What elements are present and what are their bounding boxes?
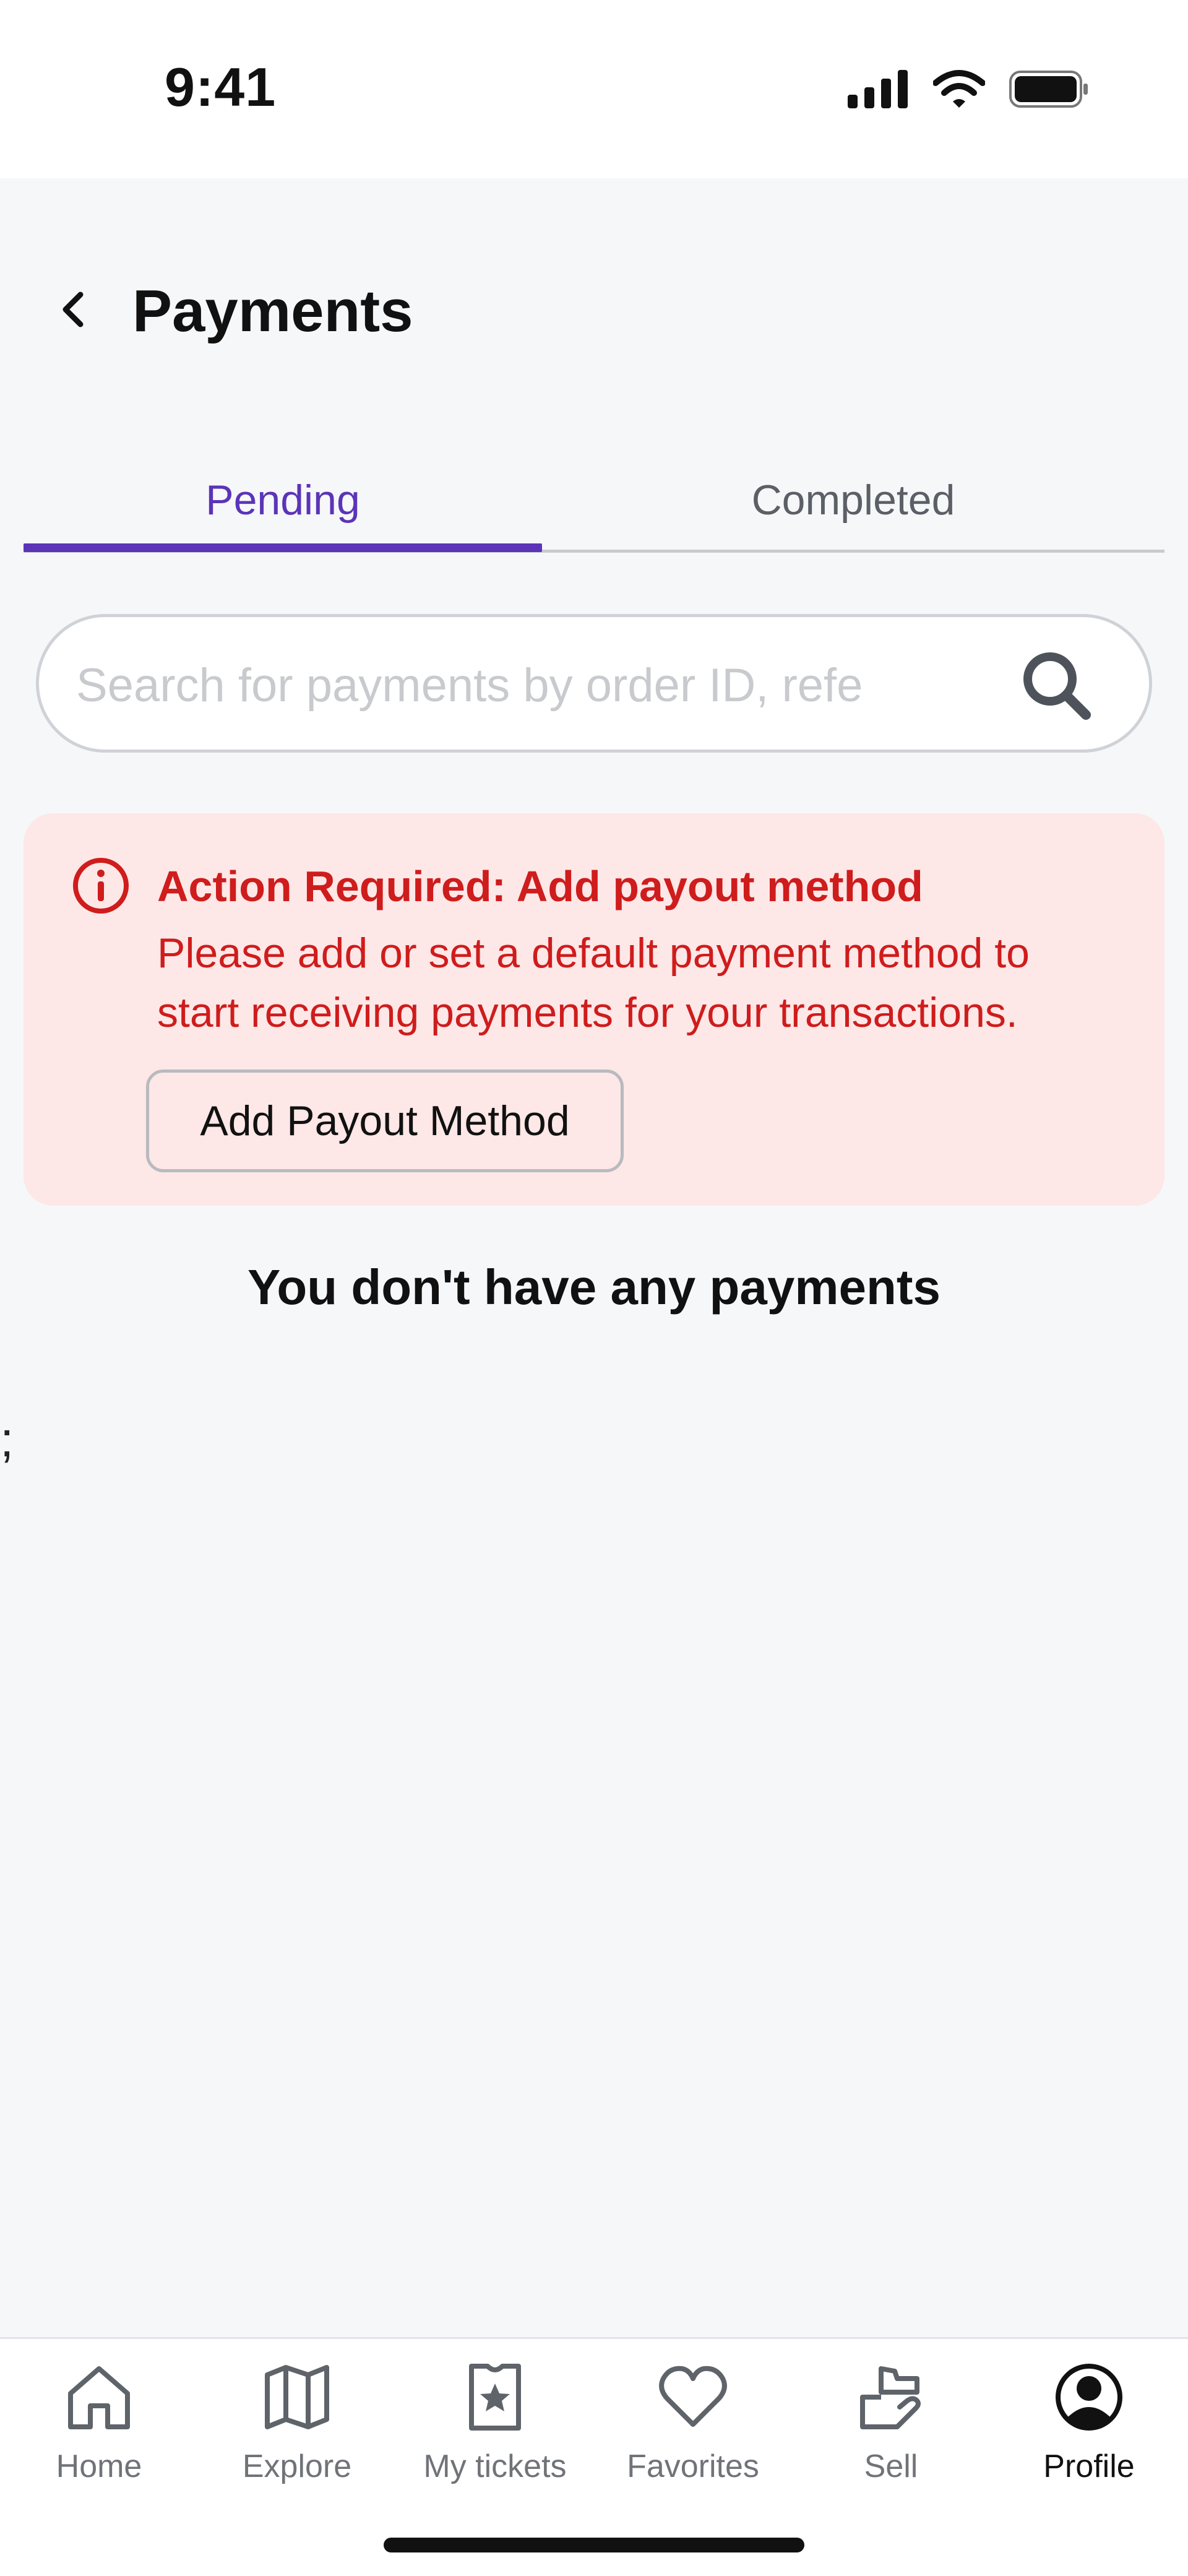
status-time: 9:41 (165, 56, 277, 118)
info-icon (73, 858, 129, 914)
nav-item-my-tickets[interactable]: My tickets (396, 2339, 594, 2494)
nav-item-home[interactable]: Home (0, 2339, 198, 2494)
nav-label-sell: Sell (864, 2448, 918, 2484)
battery-icon (1009, 71, 1088, 108)
home-indicator (384, 2538, 804, 2552)
tab-bar: Pending Completed (24, 451, 1164, 555)
back-button[interactable] (48, 285, 98, 334)
stray-text: ; (0, 1412, 14, 1467)
map-icon (265, 2365, 329, 2429)
nav-label-favorites: Favorites (627, 2448, 759, 2484)
sell-icon (860, 2366, 921, 2429)
status-bar: 9:41 (0, 0, 1188, 178)
cellular-signal-icon (848, 70, 908, 108)
page-title: Payments (132, 278, 413, 344)
nav-label-home: Home (56, 2448, 142, 2484)
page-header: Payments (0, 266, 1188, 353)
ticket-icon (469, 2364, 521, 2431)
chevron-left-icon (62, 292, 84, 327)
wifi-icon (933, 70, 985, 108)
add-payout-method-button[interactable]: Add Payout Method (146, 1070, 624, 1172)
alert-message: Please add or set a default payment meth… (157, 930, 1030, 1036)
nav-item-sell[interactable]: Sell (792, 2339, 990, 2494)
heart-icon (659, 2366, 727, 2427)
tab-completed[interactable]: Completed (542, 451, 1164, 550)
nav-label-profile: Profile (1043, 2448, 1135, 2484)
search-icon[interactable] (1019, 648, 1093, 722)
home-icon (68, 2366, 130, 2429)
alert-title: Action Required: Add payout method (157, 862, 923, 910)
profile-icon (1056, 2364, 1122, 2431)
nav-item-profile[interactable]: Profile (990, 2339, 1188, 2494)
nav-label-my-tickets: My tickets (423, 2448, 567, 2484)
nav-label-explore: Explore (242, 2448, 352, 2484)
empty-state-message: You don't have any payments (248, 1260, 940, 1315)
tab-active-indicator (24, 543, 542, 552)
nav-item-explore[interactable]: Explore (198, 2339, 396, 2494)
nav-item-favorites[interactable]: Favorites (594, 2339, 792, 2494)
search-input[interactable] (76, 642, 967, 728)
tab-pending[interactable]: Pending (24, 451, 542, 550)
payout-alert: Action Required: Add payout method Pleas… (24, 813, 1164, 1206)
status-icons (848, 67, 1089, 111)
search-box (36, 614, 1152, 753)
